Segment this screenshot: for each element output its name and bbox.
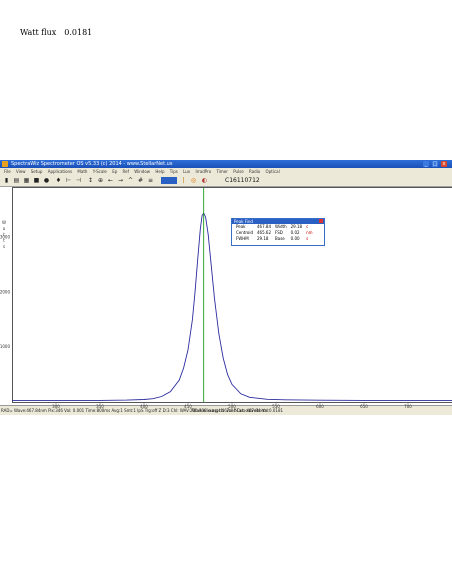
x-axis-label: Wavelength in Nanometers [192,408,268,414]
x-tick-label: 300 [52,404,60,409]
watt-flux-label: Watt flux [20,28,57,37]
close-icon[interactable] [319,219,323,223]
peak-find-table: Peak 467.84 Width 29.18 c Centroid 465.6… [234,224,315,242]
fwhm-label: FWHM [236,236,249,241]
base-value: 0.00 [290,236,300,241]
y-tick-label: 2000 [0,289,10,294]
peak-find-title: Peak Find [234,219,253,224]
y-tick-label: 1000 [0,344,10,349]
unit-s[interactable]: s [304,236,314,242]
x-tick-label: 350 [96,404,104,409]
y-tick-label: 3000 [0,234,10,239]
watt-flux-value: 0.0181 [64,28,93,37]
spectrum-chart: 100020003000 300 350 400 450 500 550 600 650 700… [0,188,452,414]
peak-find-dialog[interactable]: Peak Find Peak 467.84 Width 29.18 c Cent… [231,218,325,246]
base-label: Base [275,236,285,241]
x-tick-label: 700 [404,404,412,409]
x-tick-label: 550 [272,404,280,409]
x-tick-label: 400 [140,404,148,409]
x-tick-label: 600 [316,404,324,409]
watt-flux-readout: Watt flux 0.0181 [20,28,92,37]
fwhm-value: 29.18 [257,236,269,241]
x-tick-label: 650 [360,404,368,409]
